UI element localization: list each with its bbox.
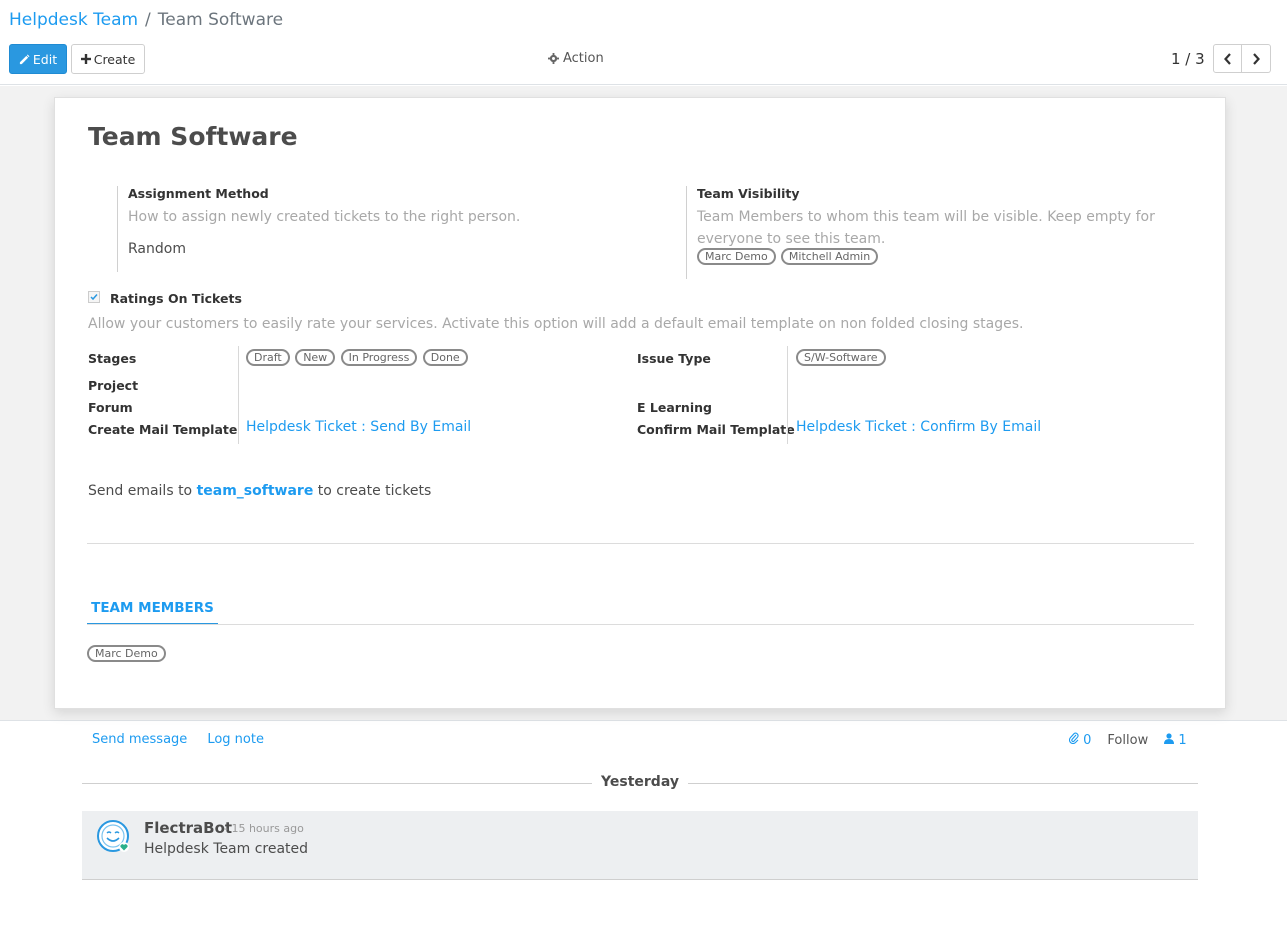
ratings-checkbox[interactable] [88, 291, 100, 303]
team-members-list: Marc Demo [87, 645, 167, 662]
log-note-button[interactable]: Log note [207, 732, 264, 747]
flectrabot-avatar[interactable] [96, 819, 130, 853]
plus-icon [80, 54, 91, 64]
team-member-tag[interactable]: Marc Demo [87, 645, 166, 662]
date-separator-line-right [686, 783, 1198, 784]
breadcrumb-parent-link[interactable]: Helpdesk Team [9, 10, 138, 30]
form-sheet: Team Software Assignment Method How to a… [54, 97, 1226, 709]
date-separator: Yesterday [82, 774, 1198, 794]
message-time: - 15 hours ago [224, 822, 304, 835]
team-visibility-label: Team Visibility [697, 186, 800, 201]
assignment-method-help: How to assign newly created tickets to t… [128, 209, 521, 225]
issue-type-tags: S/W-Software [796, 349, 887, 366]
message-body: Helpdesk Team created [144, 841, 309, 857]
create-mail-template-label: Create Mail Template [88, 422, 238, 437]
forum-label: Forum [88, 400, 133, 415]
assignment-method-setting: Assignment Method How to assign newly cr… [117, 186, 657, 272]
stage-tag[interactable]: Done [422, 349, 468, 366]
edit-button[interactable]: Edit [9, 44, 67, 74]
paperclip-icon [1068, 732, 1079, 745]
elearning-label: E Learning [637, 400, 712, 415]
left-fields-divider [238, 346, 239, 444]
stage-tag[interactable]: In Progress [340, 349, 418, 366]
pager-next-button[interactable] [1242, 44, 1271, 73]
attachments-button[interactable]: 0 [1068, 732, 1092, 748]
section-divider [87, 543, 1194, 544]
pencil-icon [19, 54, 30, 64]
assignment-method-label: Assignment Method [128, 186, 269, 201]
followers-button[interactable]: 1 [1164, 732, 1187, 748]
ratings-label: Ratings On Tickets [110, 291, 242, 306]
team-visibility-setting: Team Visibility Team Members to whom thi… [686, 186, 1166, 279]
breadcrumb-separator: / [145, 10, 151, 30]
follow-button[interactable]: Follow [1107, 733, 1148, 748]
action-label: Action [563, 51, 604, 66]
team-visibility-tags: Marc Demo Mitchell Admin [697, 248, 1166, 265]
alias-suffix: to create tickets [317, 483, 432, 499]
confirm-mail-template-label: Confirm Mail Template [637, 422, 795, 437]
email-alias-line: Send emails to team_software to create t… [88, 483, 431, 499]
attachments-count: 0 [1083, 733, 1092, 748]
team-visibility-help-line1: Team Members to whom this team will be v… [697, 209, 1155, 225]
followers-count: 1 [1178, 732, 1187, 748]
alias-link[interactable]: team_software [197, 483, 314, 499]
stages-tags: Draft New In Progress Done [246, 349, 469, 366]
pager-previous-button[interactable] [1213, 44, 1242, 73]
gear-icon [548, 53, 559, 64]
record-title: Team Software [88, 122, 298, 151]
message-author: FlectraBot [144, 819, 233, 837]
tab-underline [87, 624, 1194, 625]
chevron-right-icon [1253, 52, 1260, 65]
visibility-tag[interactable]: Marc Demo [697, 248, 776, 265]
right-fields-divider [787, 346, 788, 444]
pager-buttons [1213, 44, 1271, 73]
chevron-left-icon [1223, 52, 1231, 65]
send-message-button[interactable]: Send message [92, 732, 187, 747]
chatter-message: FlectraBot - 15 hours ago Helpdesk Team … [82, 811, 1198, 880]
visibility-tag[interactable]: Mitchell Admin [780, 248, 879, 265]
check-icon [90, 294, 98, 301]
edit-button-label: Edit [32, 51, 58, 67]
assignment-method-value[interactable]: Random [128, 241, 657, 257]
pager-value[interactable]: 1 / 3 [1171, 50, 1205, 68]
team-visibility-help: Team Members to whom this team will be v… [697, 206, 1166, 250]
project-label: Project [88, 378, 139, 393]
create-button[interactable]: Create [71, 44, 145, 74]
control-panel: Helpdesk Team / Team Software Edit Creat… [0, 0, 1287, 85]
issue-type-label: Issue Type [637, 351, 711, 366]
team-visibility-help-line2: everyone to see this team. [697, 231, 886, 247]
user-icon [1164, 732, 1175, 744]
chatter-actions: Send message Log note [92, 732, 264, 747]
stage-tag[interactable]: New [295, 349, 336, 366]
action-dropdown[interactable]: Action [548, 51, 604, 66]
date-separator-line-left [82, 783, 594, 784]
issue-type-tag[interactable]: S/W-Software [796, 349, 886, 366]
date-separator-label: Yesterday [592, 774, 688, 790]
breadcrumb-current: Team Software [157, 10, 284, 30]
stages-label: Stages [88, 351, 137, 366]
breadcrumb: Helpdesk Team / Team Software [9, 10, 283, 30]
stage-tag[interactable]: Draft [246, 349, 290, 366]
confirm-mail-template-link[interactable]: Helpdesk Ticket : Confirm By Email [796, 419, 1041, 435]
create-button-label: Create [93, 51, 136, 67]
create-mail-template-link[interactable]: Helpdesk Ticket : Send By Email [246, 419, 471, 435]
chatter-topbar-right: 0 Follow 1 [1068, 732, 1187, 748]
alias-prefix: Send emails to [88, 483, 193, 499]
ratings-help: Allow your customers to easily rate your… [88, 316, 1024, 332]
tab-team-members[interactable]: TEAM MEMBERS [87, 596, 218, 625]
